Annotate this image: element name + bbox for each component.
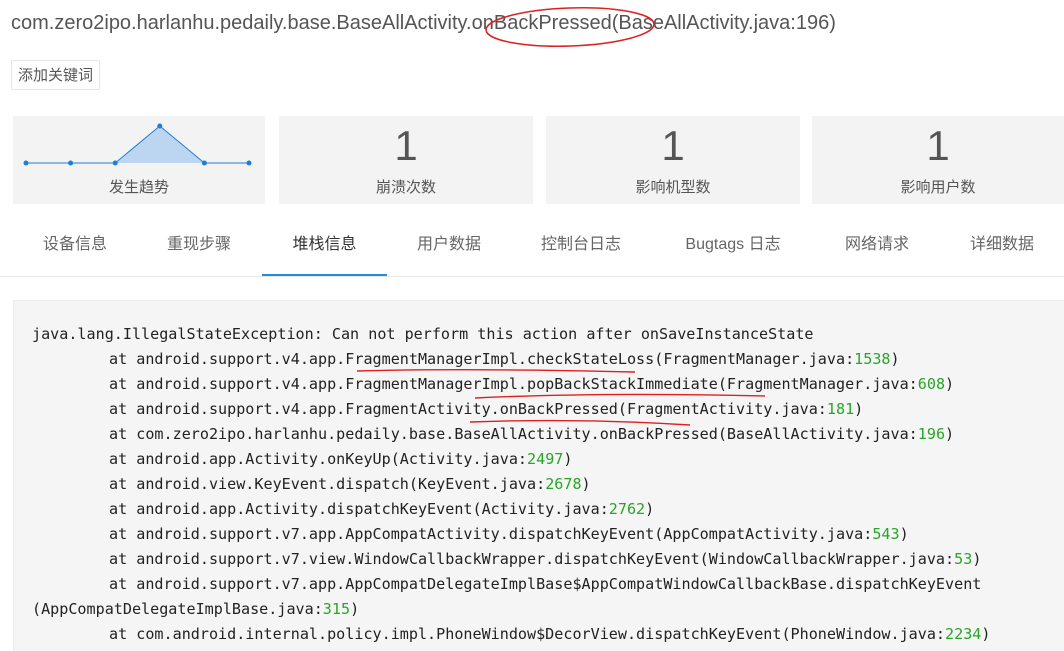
stack-frame-suffix: ) [945,425,955,443]
tab-stack-trace[interactable]: 堆栈信息 [262,212,387,276]
add-keyword-button[interactable]: 添加关键词 [11,60,101,90]
exception-line: java.lang.IllegalStateException: Can not… [32,325,814,343]
tab-device-info[interactable]: 设备信息 [13,212,137,276]
stack-frame-suffix: ) [350,600,360,618]
device-models-value: 1 [661,122,685,169]
stack-frame: at android.app.Activity.onKeyUp(Activity… [109,450,572,468]
stack-frame: at com.zero2ipo.harlanhu.pedaily.base.Ba… [109,425,954,443]
stack-frame-line-number: 1538 [854,350,891,368]
stack-frame-suffix: ) [945,375,955,393]
tab-bugtags-log[interactable]: Bugtags 日志 [660,212,806,276]
stack-frame-line-number: 2678 [545,475,582,493]
device-models-card: 1 影响机型数 [546,116,800,204]
stack-frame-line-number: 53 [954,550,973,568]
stack-frame-text: at android.support.v7.view.WindowCallbac… [109,550,955,568]
tab-console-log[interactable]: 控制台日志 [512,212,650,276]
detail-tabs: 设备信息 重现步骤 堆栈信息 用户数据 控制台日志 Bugtags 日志 网络请… [0,212,1064,277]
stack-trace-panel: java.lang.IllegalStateException: Can not… [13,300,1064,651]
trend-point [246,160,252,166]
stack-frame-line-number: 2762 [608,500,646,518]
trend-point [201,160,207,166]
stack-frame: at android.support.v7.view.WindowCallbac… [109,550,981,568]
stack-frame-suffix: ) [645,500,655,518]
stack-frame-line-number: 181 [826,400,855,418]
stack-frame: at android.support.v4.app.FragmentManage… [109,375,954,393]
stack-frame-text: at android.support.v4.app.FragmentManage… [109,350,855,368]
stack-frame-suffix: ) [972,550,982,568]
stack-frame-text: at android.app.Activity.onKeyUp(Activity… [109,450,528,468]
crash-count-card: 1 崩溃次数 [279,116,533,204]
device-models-label: 影响机型数 [635,179,711,196]
trend-label: 发生趋势 [108,179,169,196]
tab-detail-data[interactable]: 详细数据 [940,212,1064,276]
stack-frame-line-number: 315 [322,600,351,618]
affected-users-value: 1 [926,122,950,169]
stack-frame-suffix: ) [899,525,909,543]
stack-frame-line-number: 608 [917,375,946,393]
trend-card: 发生趋势 [13,116,265,204]
stack-frame: at android.view.KeyEvent.dispatch(KeyEve… [109,475,591,493]
affected-users-card: 1 影响用户数 [812,116,1064,204]
stack-frame: at android.app.Activity.dispatchKeyEvent… [109,500,654,518]
stack-frame: at android.support.v4.app.FragmentManage… [109,350,900,368]
stack-frame-text: at android.support.v7.app.AppCompatActiv… [109,525,873,543]
stack-frame-line-number: 2497 [527,450,564,468]
stack-frame-text: at android.support.v4.app.FragmentActivi… [109,400,827,418]
trend-point [23,160,29,166]
trend-point [157,123,163,129]
stack-frame-line-number: 196 [917,425,946,443]
tab-network-requests[interactable]: 网络请求 [815,212,939,276]
stack-frame-line-number: 543 [872,525,900,543]
stack-frame-text: at android.app.Activity.dispatchKeyEvent… [109,500,609,518]
trend-point [68,160,74,166]
stack-frame: (AppCompatDelegateImplBase.java:315) [32,600,359,618]
stack-frame-suffix: ) [981,625,991,643]
crash-count-label: 崩溃次数 [375,179,436,196]
affected-users-label: 影响用户数 [900,179,976,196]
stack-frame-text: at com.android.internal.policy.impl.Phon… [109,625,946,643]
stack-frame: at android.support.v7.app.AppCompatActiv… [109,525,909,543]
issue-title: com.zero2ipo.harlanhu.pedaily.base.BaseA… [11,12,836,34]
stack-frame-line-number: 2234 [945,625,982,643]
stack-frame: at android.support.v4.app.FragmentActivi… [109,400,863,418]
crash-count-value: 1 [394,122,418,169]
trend-point [112,160,118,166]
stack-frame-text: at android.view.KeyEvent.dispatch(KeyEve… [109,475,546,493]
stack-frame: at android.support.v7.app.AppCompatDeleg… [109,575,981,593]
stack-frame-suffix: ) [581,475,591,493]
stack-frame-suffix: ) [854,400,864,418]
stack-frame: at com.android.internal.policy.impl.Phon… [109,625,990,643]
tab-user-data[interactable]: 用户数据 [387,212,511,276]
stack-frame-text: at android.support.v4.app.FragmentManage… [109,375,918,393]
stack-frame-text: (AppCompatDelegateImplBase.java: [32,600,323,618]
stack-frame-suffix: ) [563,450,573,468]
tab-repro-steps[interactable]: 重现步骤 [137,212,261,276]
stack-frame-text: at com.zero2ipo.harlanhu.pedaily.base.Ba… [109,425,918,443]
stack-frame-text: at android.support.v7.app.AppCompatDeleg… [109,575,982,593]
stack-frame-suffix: ) [890,350,900,368]
